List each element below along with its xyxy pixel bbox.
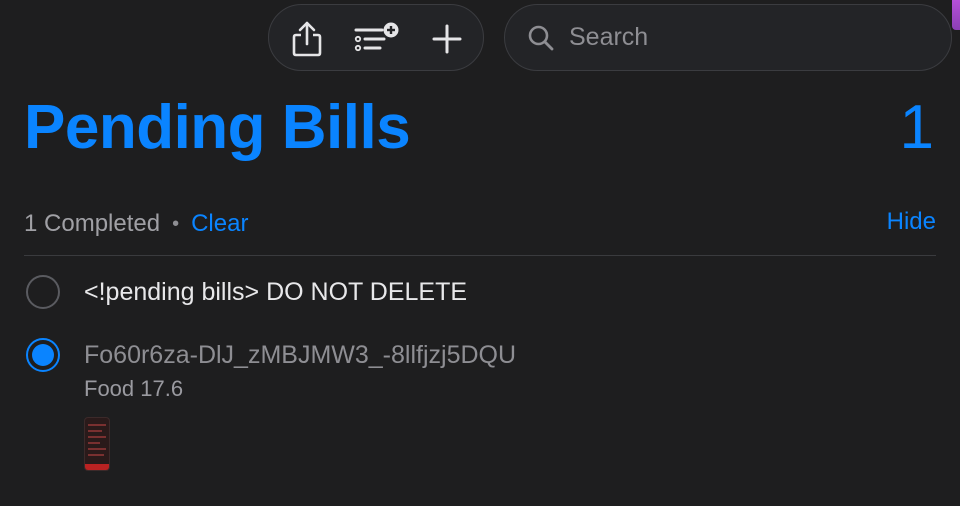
search-input[interactable] — [569, 23, 929, 52]
reminder-checkbox-completed[interactable] — [26, 338, 60, 372]
completed-summary: 1 Completed • Clear Hide — [24, 206, 936, 242]
toolbar-group — [268, 4, 484, 71]
reminder-checkbox[interactable] — [26, 275, 60, 309]
reminder-notes[interactable]: Food 17.6 — [84, 376, 183, 402]
reminders-window: Pending Bills 1 1 Completed • Clear Hide… — [0, 0, 960, 506]
reminder-item[interactable]: Fo60r6za-DlJ_zMBJMW3_-8llfjzj5DQU Food 1… — [24, 337, 936, 477]
window-edge-accent — [952, 0, 960, 30]
completed-count-text: 1 Completed — [24, 210, 161, 237]
search-icon — [528, 25, 554, 50]
view-options-button[interactable] — [347, 5, 407, 72]
plus-icon — [432, 24, 462, 53]
pending-count: 1 — [899, 93, 934, 162]
attachment-thumbnail[interactable] — [84, 417, 110, 471]
reminder-title[interactable]: Fo60r6za-DlJ_zMBJMW3_-8llfjzj5DQU — [84, 341, 516, 370]
hide-completed-link[interactable]: Hide — [887, 208, 936, 236]
share-icon — [292, 21, 322, 56]
divider — [24, 255, 936, 256]
clear-completed-link[interactable]: Clear — [191, 210, 248, 238]
share-button[interactable] — [277, 5, 337, 72]
list-add-icon — [354, 22, 399, 51]
add-reminder-button[interactable] — [417, 5, 477, 72]
reminder-item[interactable]: <!pending bills> DO NOT DELETE — [24, 274, 936, 314]
reminder-title[interactable]: <!pending bills> DO NOT DELETE — [84, 278, 467, 307]
separator-dot: • — [172, 212, 180, 235]
list-title: Pending Bills — [24, 93, 411, 162]
search-bar[interactable] — [504, 4, 952, 71]
